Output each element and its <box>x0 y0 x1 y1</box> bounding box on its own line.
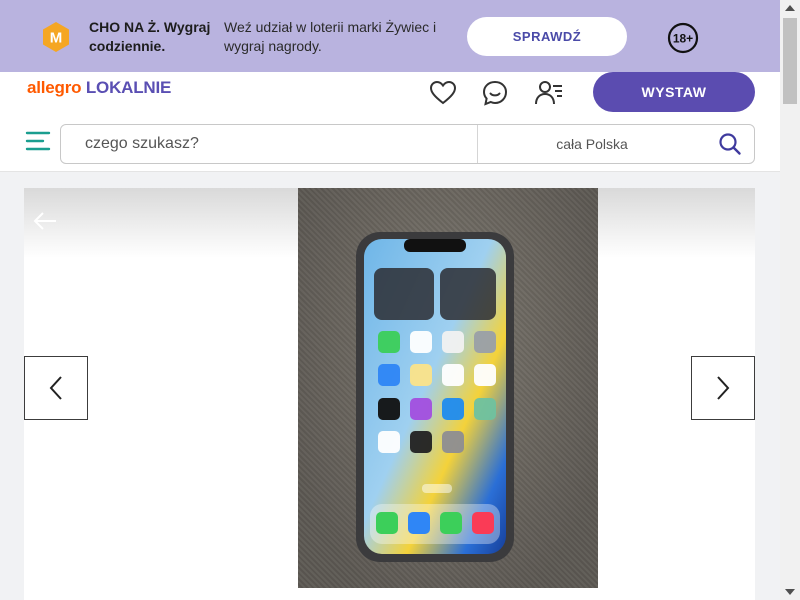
allegro-lokalnie-logo[interactable]: allegro LOKALNIE <box>27 78 171 98</box>
promo-description: Weź udział w loterii marki Żywiec i wygr… <box>224 19 437 54</box>
chevron-right-icon <box>717 376 730 400</box>
svg-text:M: M <box>50 30 63 47</box>
search-bar: cała Polska <box>60 124 755 164</box>
phone-image <box>356 232 514 562</box>
page-scrollbar[interactable] <box>780 0 800 600</box>
heart-icon[interactable] <box>428 78 458 108</box>
sell-button[interactable]: WYSTAW <box>593 72 755 112</box>
scroll-down-arrow[interactable] <box>780 584 800 600</box>
age-18-icon: 18+ <box>667 22 699 54</box>
gallery-prev-button[interactable] <box>24 356 88 420</box>
back-arrow-icon[interactable] <box>32 210 58 232</box>
hamburger-menu-icon[interactable] <box>25 130 51 152</box>
site-header: allegro LOKALNIE WYSTAW cała Polska <box>0 72 780 172</box>
product-photo[interactable] <box>298 188 598 588</box>
user-menu-icon[interactable] <box>534 78 564 108</box>
chevron-left-icon <box>49 376 62 400</box>
gallery-next-button[interactable] <box>691 356 755 420</box>
lottery-logo-icon: M <box>43 22 69 52</box>
promo-check-button[interactable]: SPRAWDŹ <box>467 17 627 56</box>
scrollbar-thumb[interactable] <box>783 18 797 104</box>
search-input[interactable] <box>61 125 477 163</box>
promo-title: CHO NA Ż. Wygraj codziennie. <box>89 19 211 54</box>
caret-down-icon <box>785 589 795 595</box>
scroll-up-arrow[interactable] <box>780 0 800 16</box>
location-selector[interactable]: cała Polska <box>478 125 706 163</box>
image-gallery <box>24 188 755 600</box>
promo-banner: M CHO NA Ż. Wygraj codziennie. Weź udzia… <box>0 0 780 72</box>
svg-text:18+: 18+ <box>673 32 693 46</box>
search-button[interactable] <box>706 125 754 163</box>
caret-up-icon <box>785 5 795 11</box>
search-icon <box>719 133 741 155</box>
chat-icon[interactable] <box>480 78 510 108</box>
